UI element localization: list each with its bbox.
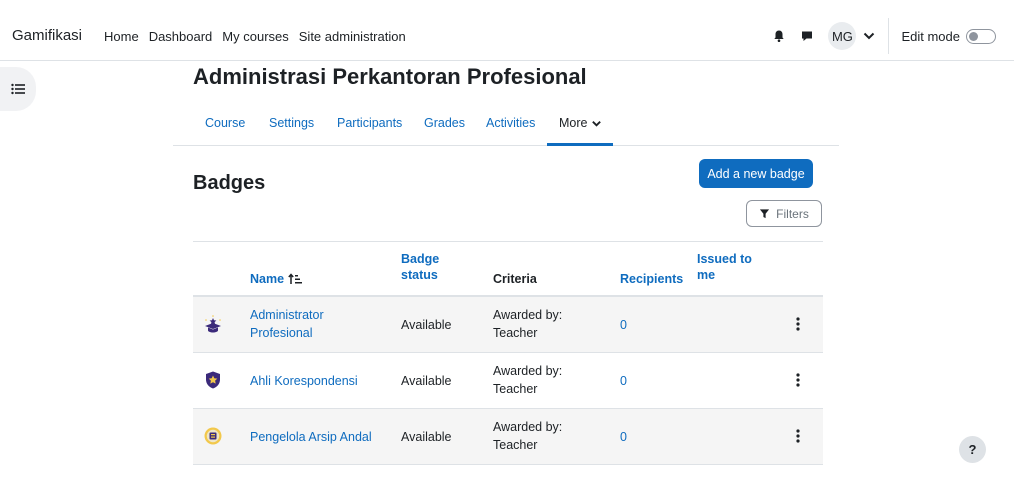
nav-my-courses[interactable]: My courses <box>222 29 288 44</box>
column-issued-to-me[interactable]: Issued to me <box>697 251 752 283</box>
primary-navigation: Home Dashboard My courses Site administr… <box>104 29 406 44</box>
tab-participants[interactable]: Participants <box>337 116 402 130</box>
column-issued-line1: Issued to <box>697 252 752 266</box>
nav-dashboard[interactable]: Dashboard <box>149 29 213 44</box>
badge-name-link[interactable]: Ahli Korespondensi <box>250 372 358 390</box>
badge-criteria: Awarded by: Teacher <box>493 306 562 342</box>
criteria-line2: Teacher <box>493 382 538 396</box>
recipients-link[interactable]: 0 <box>620 372 627 390</box>
table-row: Pengelola Arsip Andal Available Awarded … <box>193 409 823 465</box>
tab-grades[interactable]: Grades <box>424 116 465 130</box>
edit-mode-toggle[interactable] <box>966 28 996 44</box>
badge-name-link[interactable]: Administrator Profesional <box>250 306 324 342</box>
filters-label: Filters <box>776 206 809 221</box>
criteria-line1: Awarded by: <box>493 420 563 434</box>
chevron-down-icon[interactable] <box>862 29 876 43</box>
course-secondary-nav: Course Settings Participants Grades Acti… <box>173 104 839 146</box>
chevron-down-icon <box>592 120 602 127</box>
graduation-star-badge-icon <box>203 314 223 334</box>
badge-criteria: Awarded by: Teacher <box>493 362 562 398</box>
list-icon <box>11 83 25 95</box>
tab-settings[interactable]: Settings <box>269 116 314 130</box>
message-icon[interactable] <box>800 29 814 43</box>
page-heading: Badges <box>193 172 266 194</box>
badge-name-link[interactable]: Pengelola Arsip Andal <box>250 428 372 446</box>
kebab-menu-icon[interactable] <box>796 429 800 443</box>
column-badge-status-line2: status <box>401 268 438 282</box>
table-row: Ahli Korespondensi Available Awarded by:… <box>193 353 823 409</box>
kebab-menu-icon[interactable] <box>796 373 800 387</box>
recipients-link[interactable]: 0 <box>620 316 627 334</box>
site-brand[interactable]: Gamifikasi <box>12 27 82 44</box>
filters-button[interactable]: Filters <box>746 200 822 227</box>
nav-home[interactable]: Home <box>104 29 139 44</box>
criteria-line2: Teacher <box>493 438 538 452</box>
course-index-drawer-button[interactable] <box>0 67 36 111</box>
recipients-link[interactable]: 0 <box>620 428 627 446</box>
user-avatar[interactable]: MG <box>828 22 857 50</box>
kebab-menu-icon[interactable] <box>796 317 800 331</box>
top-navbar: Gamifikasi Home Dashboard My courses Sit… <box>0 10 1014 61</box>
table-row: Administrator Profesional Available Awar… <box>193 297 823 353</box>
navbar-divider <box>888 18 890 54</box>
sort-ascending-icon <box>288 273 303 284</box>
badge-status: Available <box>401 430 452 444</box>
column-issued-line2: me <box>697 268 716 282</box>
bell-icon[interactable] <box>772 29 786 43</box>
course-title: Administrasi Perkantoran Profesional <box>193 64 587 89</box>
tab-more-label: More <box>559 116 588 130</box>
column-badge-status-line1: Badge <box>401 252 440 266</box>
help-button[interactable]: ? <box>959 436 986 463</box>
criteria-line1: Awarded by: <box>493 364 563 378</box>
tab-course[interactable]: Course <box>205 116 245 130</box>
add-badge-button[interactable]: Add a new badge <box>699 159 813 188</box>
column-criteria: Criteria <box>493 272 537 286</box>
badge-status: Available <box>401 318 452 332</box>
badge-name-line2: Profesional <box>250 326 313 340</box>
tab-activities[interactable]: Activities <box>486 116 535 130</box>
badge-name-line1: Administrator <box>250 308 324 322</box>
user-tools: MG Edit mode <box>772 18 1014 54</box>
criteria-line2: Teacher <box>493 326 538 340</box>
column-recipients[interactable]: Recipients <box>620 271 683 287</box>
active-tab-indicator <box>547 143 613 146</box>
filter-icon <box>760 209 770 219</box>
column-name-label: Name <box>250 272 285 286</box>
column-name-sort[interactable]: Name <box>250 271 303 287</box>
archive-medal-badge-icon <box>203 426 223 446</box>
badge-criteria: Awarded by: Teacher <box>493 418 562 454</box>
badges-table: Name Badge status Criteria Recipients Is… <box>193 241 823 465</box>
criteria-line1: Awarded by: <box>493 308 563 322</box>
badge-status: Available <box>401 374 452 388</box>
table-header: Name Badge status Criteria Recipients Is… <box>193 241 823 297</box>
edit-mode-label: Edit mode <box>901 28 960 44</box>
tab-more[interactable]: More <box>559 116 602 130</box>
shield-star-badge-icon <box>203 370 223 390</box>
column-badge-status[interactable]: Badge status <box>401 251 439 283</box>
nav-site-administration[interactable]: Site administration <box>299 29 406 44</box>
